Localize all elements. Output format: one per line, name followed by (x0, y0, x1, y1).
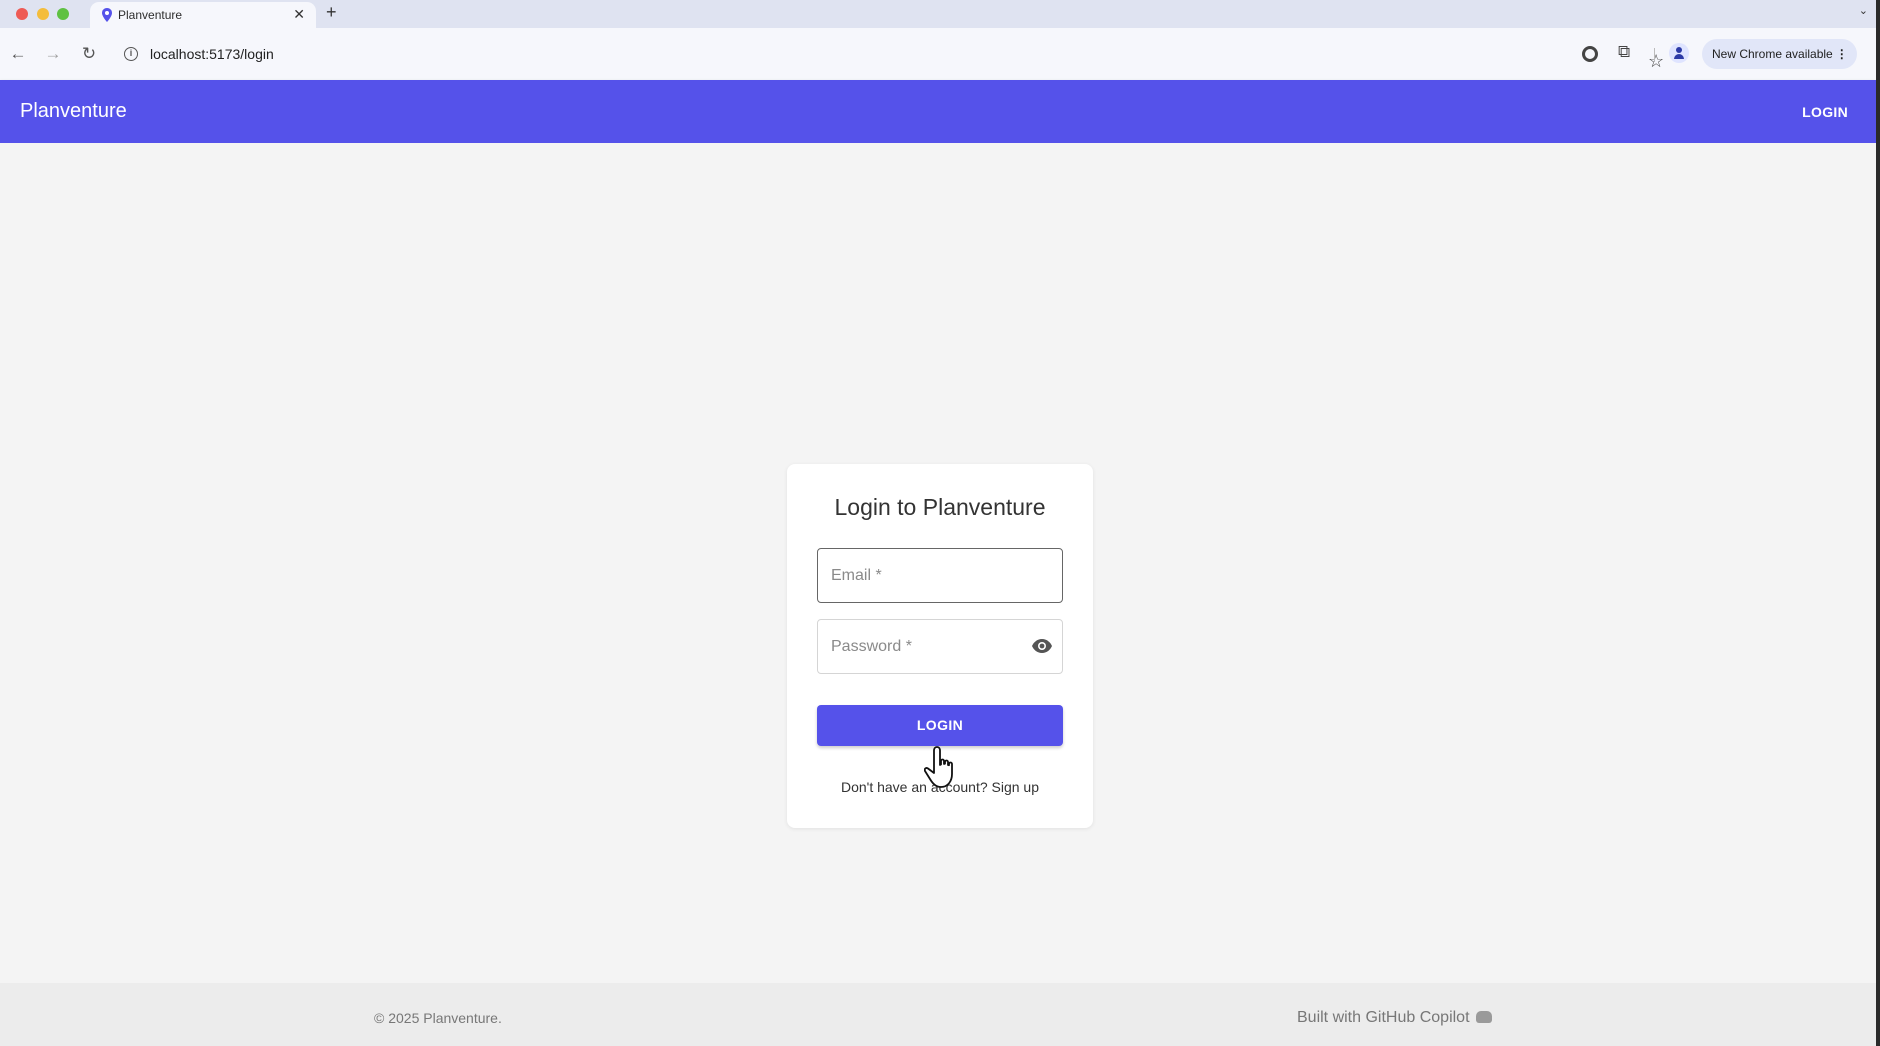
browser-window: Planventure ✕ + ⌄ ← → ↻ i localhost:5173… (0, 0, 1876, 1046)
close-tab-icon[interactable]: ✕ (293, 6, 305, 23)
tab-strip: Planventure ✕ + ⌄ (0, 0, 1876, 29)
bookmark-star-icon[interactable]: ☆ (1648, 51, 1664, 72)
copyright-text: © 2025 Planventure. (374, 1010, 502, 1026)
email-label: Email * (831, 567, 882, 584)
forward-arrow-icon[interactable]: → (43, 44, 63, 64)
password-field[interactable]: Password * (817, 619, 1063, 674)
extension-circle-icon[interactable] (1582, 46, 1598, 62)
show-password-eye-icon[interactable] (1032, 639, 1052, 653)
extensions-puzzle-icon[interactable]: ⧉ (1618, 42, 1630, 62)
maximize-window-button[interactable] (57, 8, 69, 20)
back-arrow-icon[interactable]: ← (8, 44, 28, 64)
browser-tab[interactable]: Planventure ✕ (90, 2, 316, 29)
address-bar[interactable]: i localhost:5173/login ☆ (116, 38, 1664, 71)
page-footer: © 2025 Planventure. Built with GitHub Co… (0, 983, 1876, 1046)
url-text[interactable]: localhost:5173/login (150, 46, 274, 62)
tab-search-chevron-icon[interactable]: ⌄ (1859, 4, 1868, 17)
copilot-icon (1475, 1011, 1492, 1023)
login-button[interactable]: LOGIN (817, 705, 1063, 746)
password-label: Password * (831, 638, 912, 655)
minimize-window-button[interactable] (37, 8, 49, 20)
app-header: Planventure LOGIN (0, 80, 1876, 143)
hand-pointer-cursor-icon (924, 746, 953, 788)
reload-icon[interactable]: ↻ (79, 44, 99, 64)
built-with-label: Built with GitHub Copilot (1297, 1009, 1470, 1026)
built-with-text: Built with GitHub Copilot (1297, 1009, 1492, 1027)
toolbar-divider (1654, 48, 1655, 62)
login-title: Login to Planventure (834, 494, 1046, 520)
update-chip-label: New Chrome available (1712, 47, 1833, 61)
email-field[interactable]: Email * (817, 548, 1063, 603)
map-pin-icon (102, 8, 112, 22)
profile-avatar-icon[interactable] (1669, 43, 1689, 63)
main-content: Login to Planventure Email * Password * … (0, 143, 1876, 983)
new-tab-button[interactable]: + (326, 2, 337, 23)
header-login-link[interactable]: LOGIN (1802, 104, 1848, 120)
tab-title: Planventure (118, 8, 183, 22)
site-info-icon[interactable]: i (124, 47, 138, 61)
close-window-button[interactable] (16, 8, 28, 20)
menu-dots-icon: ⋮ (1835, 47, 1848, 61)
browser-toolbar: ← → ↻ i localhost:5173/login ☆ ⧉ New Chr… (0, 28, 1876, 80)
new-chrome-available-button[interactable]: New Chrome available ⋮ (1702, 39, 1857, 69)
brand-title[interactable]: Planventure (20, 100, 127, 123)
